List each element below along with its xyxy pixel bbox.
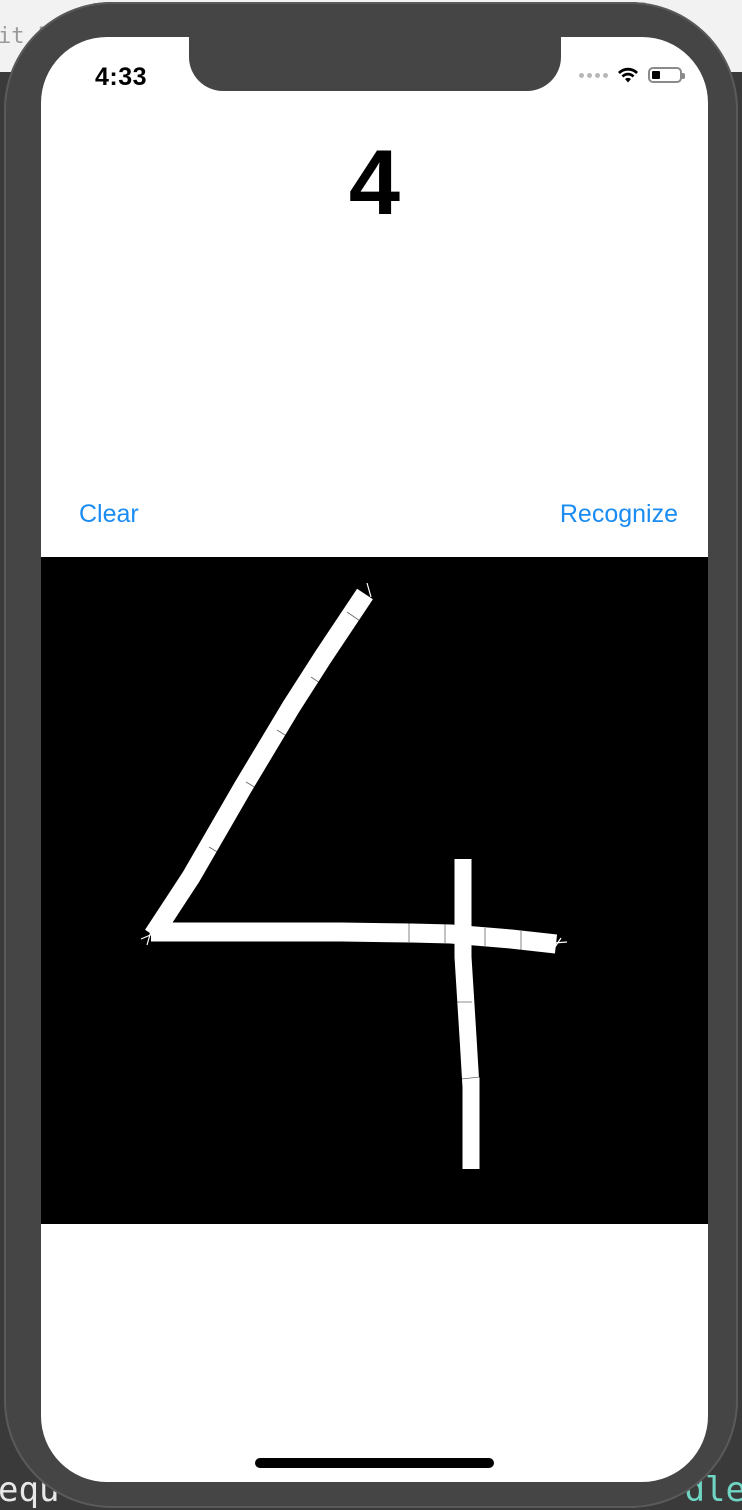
app-screen: 4:33 4 Clear Recognize: [41, 37, 708, 1482]
battery-icon: [648, 67, 685, 83]
stroke-horizontal: [151, 922, 558, 954]
home-indicator[interactable]: [255, 1458, 494, 1468]
device-frame: 4:33 4 Clear Recognize: [4, 2, 738, 1508]
status-indicators: [579, 66, 685, 84]
battery-level: [652, 71, 660, 79]
handwritten-strokes: [145, 588, 558, 1169]
clear-button[interactable]: Clear: [79, 500, 139, 529]
recognize-button[interactable]: Recognize: [560, 500, 678, 529]
device-notch: [189, 37, 561, 91]
stroke-diagonal: [145, 588, 373, 941]
wifi-icon: [618, 67, 638, 83]
status-time: 4:33: [95, 63, 148, 91]
signal-dots-icon: [579, 72, 608, 78]
recognized-digit: 4: [348, 132, 401, 234]
drawing-canvas[interactable]: [41, 557, 708, 1224]
